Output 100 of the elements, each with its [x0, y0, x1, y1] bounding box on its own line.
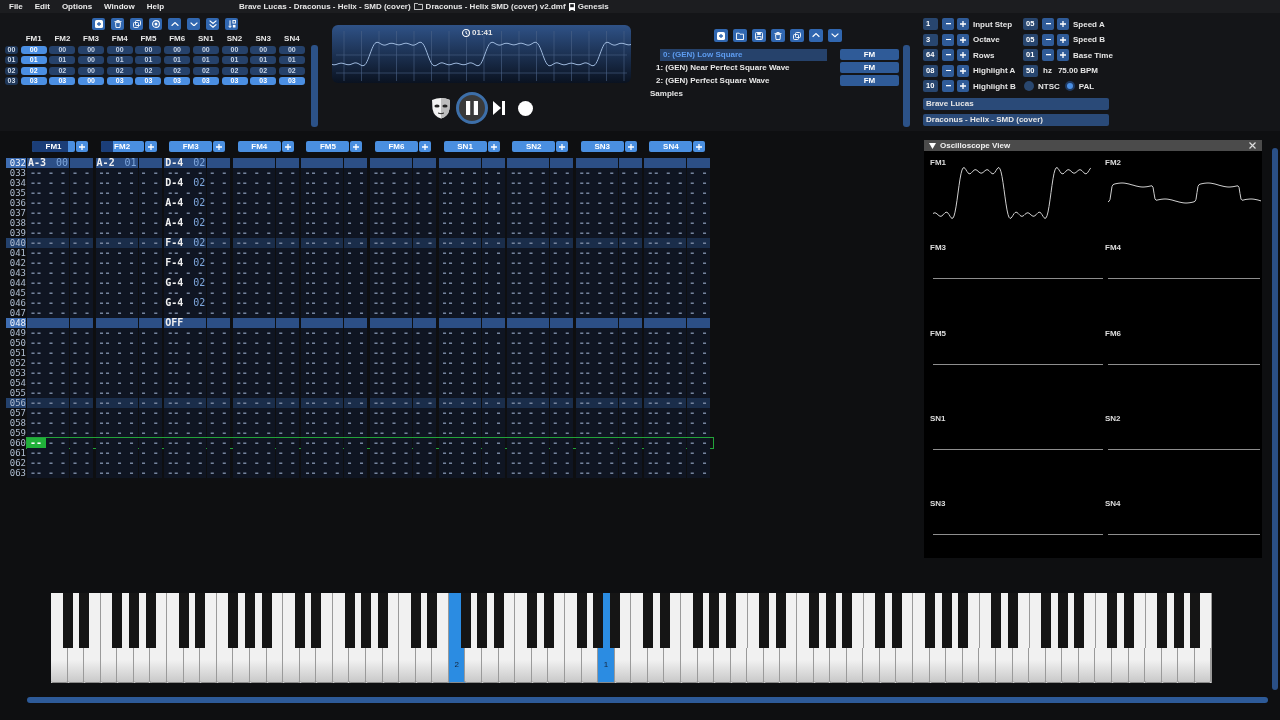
effect-cell[interactable]: - -: [618, 208, 642, 218]
note-cell[interactable]: -- - -: [95, 248, 138, 258]
effect-cell[interactable]: - -: [481, 448, 505, 458]
note-cell[interactable]: -- - -: [27, 328, 69, 338]
note-cell[interactable]: -- - -: [301, 268, 344, 278]
delete-button[interactable]: [111, 18, 124, 30]
note-cell[interactable]: -- - -: [438, 398, 481, 408]
effect-cell[interactable]: - -: [70, 428, 93, 438]
note-cell[interactable]: -- - -: [438, 458, 481, 468]
effect-cell[interactable]: - -: [344, 348, 368, 358]
note-cell[interactable]: -- - -: [369, 458, 412, 468]
note-cell[interactable]: -- - -: [95, 178, 138, 188]
effect-cell[interactable]: - -: [550, 228, 574, 238]
effect-cell[interactable]: - -: [344, 458, 368, 468]
note-cell[interactable]: -- - -: [232, 428, 275, 438]
effect-cell[interactable]: - -: [687, 348, 711, 358]
effect-cell[interactable]: - -: [687, 458, 711, 468]
effect-cell[interactable]: - -: [687, 278, 711, 288]
note-cell[interactable]: -- - -: [301, 238, 344, 248]
effect-cell[interactable]: - -: [70, 208, 93, 218]
note-cell[interactable]: [369, 318, 412, 328]
note-cell[interactable]: -- - -: [95, 418, 138, 428]
scrollbar[interactable]: [903, 45, 910, 127]
effect-cell[interactable]: - -: [138, 338, 162, 348]
note-cell[interactable]: -- - -: [95, 168, 138, 178]
piano-key[interactable]: [112, 593, 123, 648]
effect-cell[interactable]: - -: [687, 238, 711, 248]
effect-cell[interactable]: - -: [618, 278, 642, 288]
effect-cell[interactable]: - -: [275, 188, 299, 198]
note-cell[interactable]: -- - -: [95, 448, 138, 458]
note-cell[interactable]: -- - -: [95, 468, 138, 478]
note-cell[interactable]: -- - -: [575, 418, 618, 428]
increment-button[interactable]: [1057, 49, 1069, 61]
effect-cell[interactable]: - -: [412, 398, 436, 408]
effect-cell[interactable]: - -: [275, 368, 299, 378]
note-cell[interactable]: -- - -: [27, 278, 69, 288]
note-cell[interactable]: -- - -: [301, 438, 344, 448]
mask-icon[interactable]: [430, 97, 451, 119]
effect-cell[interactable]: - -: [138, 208, 162, 218]
note-cell[interactable]: -- - -: [369, 278, 412, 288]
effect-cell[interactable]: - -: [275, 218, 299, 228]
note-cell[interactable]: -- - -: [644, 298, 687, 308]
move-down-button[interactable]: [828, 29, 842, 42]
note-cell[interactable]: [95, 318, 138, 328]
effect-cell[interactable]: - -: [618, 218, 642, 228]
effect-cell[interactable]: - -: [207, 198, 231, 208]
effect-cell[interactable]: - -: [412, 368, 436, 378]
effect-cell[interactable]: - -: [207, 248, 231, 258]
note-cell[interactable]: -- - -: [507, 328, 550, 338]
effect-cell[interactable]: - -: [207, 278, 231, 288]
add-effect-column-button[interactable]: [144, 141, 157, 152]
effect-cell[interactable]: - -: [207, 218, 231, 228]
radio-button[interactable]: [1024, 81, 1034, 91]
effect-cell[interactable]: - -: [70, 348, 93, 358]
effect-cell[interactable]: - -: [70, 278, 93, 288]
effect-cell[interactable]: - -: [481, 208, 505, 218]
effect-cell[interactable]: - -: [275, 178, 299, 188]
note-cell[interactable]: -- - -: [301, 408, 344, 418]
effect-cell[interactable]: - -: [70, 308, 93, 318]
effect-cell[interactable]: - -: [344, 248, 368, 258]
piano-key[interactable]: [958, 593, 969, 648]
effect-cell[interactable]: - -: [138, 388, 162, 398]
channel-header-button[interactable]: FM5: [306, 141, 350, 152]
note-cell[interactable]: -- - -: [27, 288, 69, 298]
piano-key[interactable]: [891, 593, 902, 648]
effect-cell[interactable]: - -: [618, 468, 642, 478]
effect-cell[interactable]: - -: [618, 328, 642, 338]
effect-cell[interactable]: - -: [275, 358, 299, 368]
effect-cell[interactable]: - -: [550, 418, 574, 428]
effect-cell[interactable]: - -: [344, 358, 368, 368]
effect-cell[interactable]: - -: [70, 418, 93, 428]
effect-cell[interactable]: - -: [618, 258, 642, 268]
piano-key[interactable]: [1190, 593, 1201, 648]
note-cell[interactable]: -- - -: [369, 198, 412, 208]
note-cell[interactable]: -- - -: [232, 408, 275, 418]
note-cell[interactable]: -- - -: [27, 448, 69, 458]
note-cell[interactable]: -- - -: [369, 368, 412, 378]
note-cell[interactable]: -- - -: [164, 348, 207, 358]
decrement-button[interactable]: [942, 33, 954, 46]
note-cell[interactable]: -- - -: [301, 328, 344, 338]
effect-cell[interactable]: - -: [344, 268, 368, 278]
note-cell[interactable]: A-2 01: [95, 158, 138, 168]
effect-cell[interactable]: - -: [687, 438, 711, 448]
note-cell[interactable]: -- - -: [369, 248, 412, 258]
note-cell[interactable]: -- - -: [438, 378, 481, 388]
note-cell[interactable]: -- - -: [438, 368, 481, 378]
effect-cell[interactable]: [344, 318, 368, 328]
note-cell[interactable]: -- - -: [232, 238, 275, 248]
note-cell[interactable]: -- - -: [164, 338, 207, 348]
scrollbar[interactable]: [311, 45, 318, 127]
effect-cell[interactable]: - -: [550, 358, 574, 368]
note-cell[interactable]: -- - -: [232, 398, 275, 408]
note-cell[interactable]: -- - -: [95, 228, 138, 238]
note-cell[interactable]: -- - -: [95, 218, 138, 228]
effect-cell[interactable]: - -: [275, 338, 299, 348]
channel-header-button[interactable]: FM6: [374, 141, 418, 152]
note-cell[interactable]: -- - -: [575, 228, 618, 238]
effect-cell[interactable]: - -: [412, 218, 436, 228]
note-cell[interactable]: -- - -: [575, 288, 618, 298]
effect-cell[interactable]: - -: [687, 418, 711, 428]
